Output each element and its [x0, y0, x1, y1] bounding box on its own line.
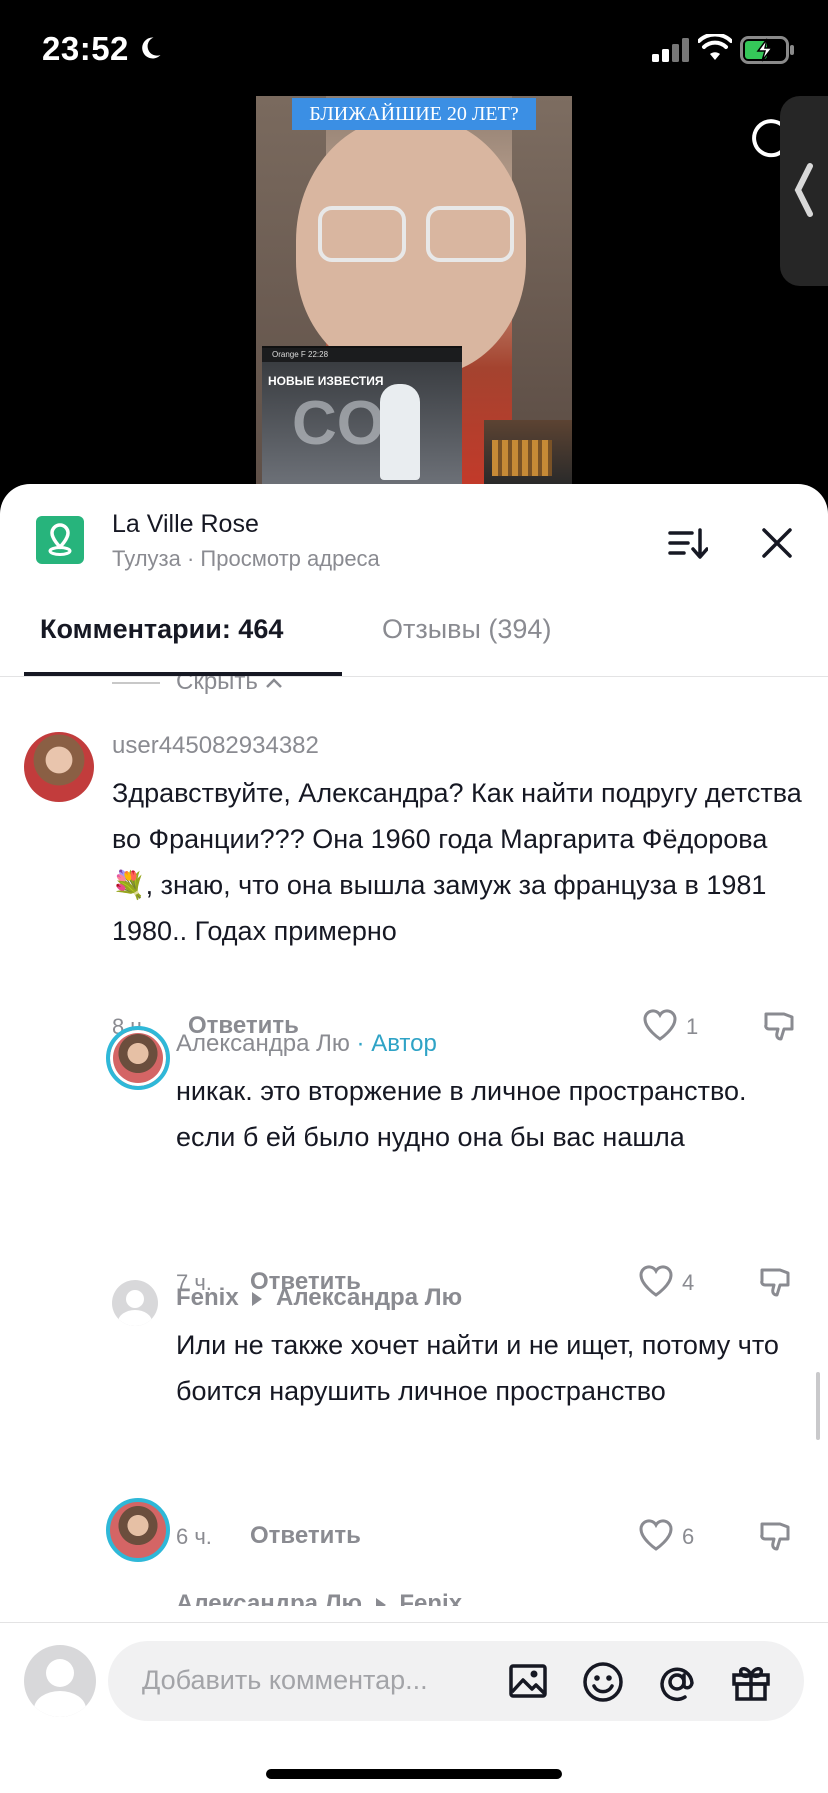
- inset-status: Orange F 22:28: [262, 348, 462, 362]
- comment-text: Здравствуйте, Александра? Как найти подр…: [112, 778, 802, 946]
- sort-icon[interactable]: [668, 524, 708, 564]
- heart-icon[interactable]: [638, 1264, 674, 1298]
- reply-target: Fenix: [399, 1590, 463, 1606]
- comment-time: 6 ч.: [176, 1524, 212, 1549]
- comment-username[interactable]: Fenix Александра Лю: [176, 1284, 462, 1312]
- heart-icon[interactable]: [642, 1008, 678, 1042]
- heart-icon[interactable]: [638, 1518, 674, 1552]
- status-time: 23:52: [42, 30, 129, 67]
- comment-composer: Добавить комментар...: [0, 1622, 828, 1793]
- hide-label: Скрыть: [176, 676, 258, 695]
- comments-sheet: La Ville Rose Тулуза · Просмотр адреса К…: [0, 484, 828, 1792]
- chevron-left-icon: [794, 163, 813, 217]
- status-bar: 23:52: [0, 0, 828, 96]
- side-panel-handle[interactable]: [780, 96, 828, 286]
- comment-username[interactable]: user445082934382: [112, 732, 319, 760]
- author-avatar[interactable]: [106, 1498, 170, 1562]
- hide-divider: [112, 682, 160, 684]
- avatar[interactable]: [24, 732, 94, 802]
- reply-arrow-icon: [252, 1291, 263, 1306]
- author-name: Александра Лю: [176, 1030, 350, 1057]
- tab-comments[interactable]: Комментарии: 464: [40, 614, 283, 645]
- image-icon[interactable]: [508, 1661, 548, 1701]
- inset-figure: [380, 384, 420, 480]
- comment-tabs: Комментарии: 464 Отзывы (394): [0, 592, 828, 677]
- emoji-icon[interactable]: [582, 1661, 624, 1703]
- like-count: 4: [682, 1270, 695, 1295]
- home-indicator: [266, 1769, 562, 1779]
- comment-input[interactable]: Добавить комментар...: [108, 1641, 804, 1721]
- comment-text: Или не также хочет найти и не ищет, пото…: [176, 1330, 779, 1406]
- video-caption: БЛИЖАЙШИЕ 20 ЛЕТ?: [292, 98, 536, 130]
- scrollbar[interactable]: [816, 1372, 820, 1440]
- avatar[interactable]: [112, 1280, 158, 1326]
- tab-reviews[interactable]: Отзывы (394): [382, 614, 551, 645]
- thumbs-down-icon[interactable]: [762, 1008, 798, 1044]
- chevron-up-icon: [265, 677, 282, 688]
- close-icon[interactable]: [760, 526, 794, 560]
- video-glasses: [318, 206, 518, 262]
- comment-list[interactable]: Скрыть user445082934382 Здравствуйте, Ал…: [0, 676, 828, 1606]
- inset-logo: НОВЫЕ ИЗВЕСТИЯ: [268, 374, 384, 388]
- video-inset-news: Orange F 22:28 НОВЫЕ ИЗВЕСТИЯ CO: [262, 346, 462, 484]
- comment-input-placeholder: Добавить комментар...: [142, 1665, 428, 1695]
- thumbs-down-icon[interactable]: [758, 1518, 794, 1554]
- place-subtitle[interactable]: Тулуза · Просмотр адреса: [112, 546, 380, 572]
- gift-icon[interactable]: [730, 1661, 772, 1703]
- like-count: 6: [682, 1524, 695, 1549]
- author-badge: · Автор: [356, 1030, 437, 1057]
- reply-button[interactable]: Ответить: [250, 1522, 361, 1550]
- mention-icon[interactable]: [656, 1661, 698, 1703]
- like-count: 1: [686, 1014, 699, 1039]
- signal-icon: [652, 38, 689, 62]
- video-preview[interactable]: БЛИЖАЙШИЕ 20 ЛЕТ? Orange F 22:28 НОВЫЕ И…: [256, 96, 572, 484]
- reply-author: Fenix: [176, 1284, 239, 1311]
- comment-username[interactable]: Александра Лю · Автор: [176, 1030, 437, 1058]
- wifi-icon: [698, 34, 732, 60]
- video-inset-shelf: [484, 420, 572, 484]
- place-name[interactable]: La Ville Rose: [112, 510, 259, 539]
- reply-arrow-icon: [375, 1597, 386, 1606]
- inset-big-text: CO: [292, 389, 385, 458]
- location-pin-icon[interactable]: [36, 516, 84, 564]
- reply-author: Александра Лю: [176, 1590, 363, 1606]
- thumbs-down-icon[interactable]: [758, 1264, 794, 1300]
- my-avatar[interactable]: [24, 1645, 96, 1717]
- battery-icon: [740, 36, 794, 64]
- author-avatar[interactable]: [106, 1026, 170, 1090]
- moon-icon: [142, 37, 161, 59]
- reply-target: Александра Лю: [276, 1284, 463, 1311]
- comment-username[interactable]: Александра Лю Fenix: [176, 1590, 462, 1606]
- comment-text: никак. это вторжение в личное пространст…: [176, 1076, 747, 1152]
